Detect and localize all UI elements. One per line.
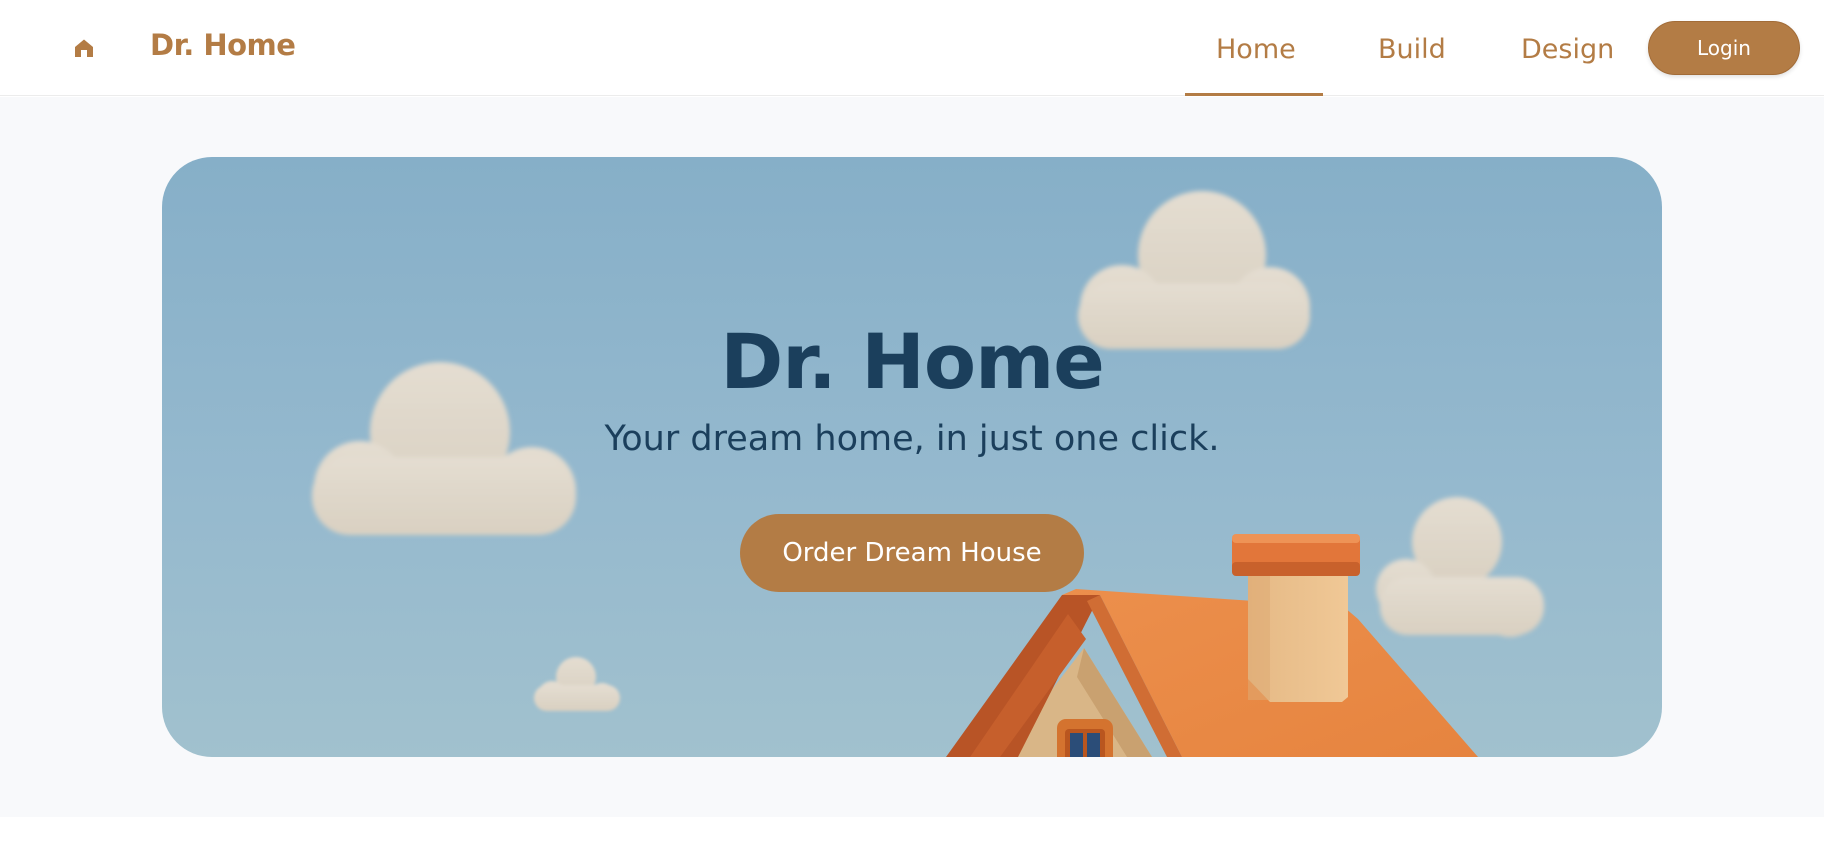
top-navbar: Dr. Home Home Build Design Login (0, 0, 1824, 96)
cloud-right (1376, 497, 1544, 637)
hero-title: Dr. Home (720, 317, 1105, 406)
nav-design[interactable]: Design (1521, 34, 1614, 65)
hero-banner: Dr. Home Your dream home, in just one cl… (162, 157, 1662, 757)
nav-home[interactable]: Home (1216, 34, 1296, 65)
page-bottom (0, 817, 1824, 866)
nav-build[interactable]: Build (1378, 34, 1446, 65)
order-dream-house-button[interactable]: Order Dream House (740, 514, 1084, 592)
cloud-small (534, 657, 620, 711)
brand-name[interactable]: Dr. Home (150, 28, 296, 62)
active-nav-indicator (1185, 93, 1323, 96)
home-icon[interactable] (72, 36, 96, 60)
login-button[interactable]: Login (1648, 21, 1800, 75)
hero-subtitle: Your dream home, in just one click. (604, 419, 1220, 459)
